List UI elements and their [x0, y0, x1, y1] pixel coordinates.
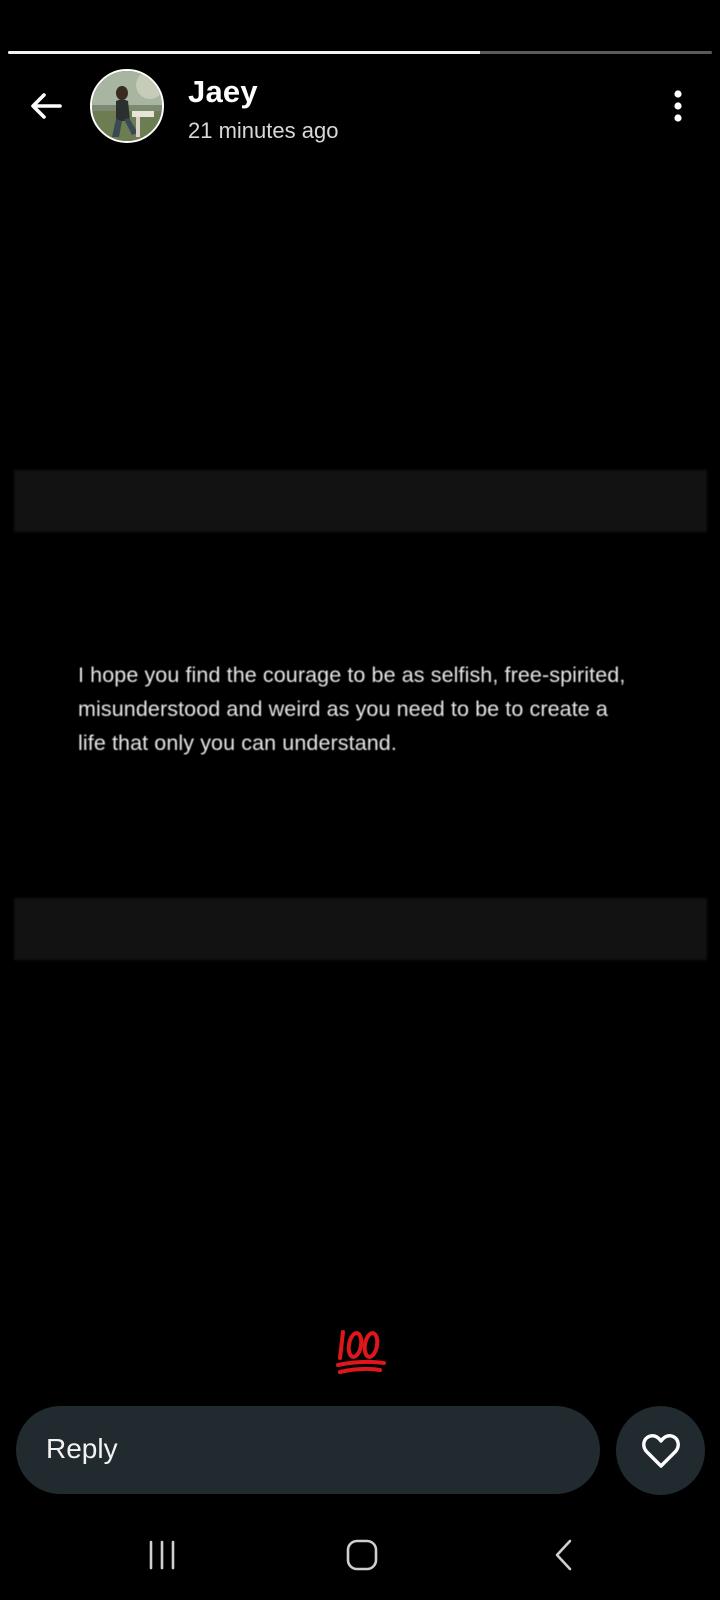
profile-photo-icon: [92, 71, 162, 141]
story-bottom-band: [14, 898, 707, 960]
chevron-left-icon: [555, 1539, 572, 1571]
back-button[interactable]: [22, 82, 70, 130]
heart-icon: [641, 1433, 680, 1468]
system-navigation-bar: [0, 1510, 720, 1600]
story-quote: I hope you find the courage to be as sel…: [78, 663, 626, 755]
home-button[interactable]: [332, 1530, 392, 1580]
story-top-band: [14, 470, 707, 532]
progress-track: [8, 51, 712, 54]
more-vertical-icon: [674, 90, 682, 122]
like-button[interactable]: [616, 1406, 705, 1495]
post-time: 21 minutes ago: [188, 118, 339, 143]
story-header: Jaey 21 minutes ago: [0, 68, 720, 144]
poster-name[interactable]: Jaey: [188, 74, 258, 110]
more-options-button[interactable]: [660, 82, 696, 130]
arrow-left-icon: [31, 93, 62, 119]
story-progress-bar: [8, 51, 712, 54]
reply-input[interactable]: Reply: [16, 1406, 600, 1494]
avatar[interactable]: [90, 69, 164, 143]
story-content[interactable]: I hope you find the courage to be as sel…: [14, 470, 707, 970]
hundred-points-icon[interactable]: [334, 1322, 390, 1378]
system-back-button[interactable]: [534, 1530, 594, 1580]
reply-placeholder: Reply: [46, 1433, 118, 1464]
recent-apps-button[interactable]: [132, 1530, 192, 1580]
progress-fill: [8, 51, 480, 54]
home-icon: [346, 1539, 378, 1571]
recent-apps-icon: [149, 1540, 175, 1570]
